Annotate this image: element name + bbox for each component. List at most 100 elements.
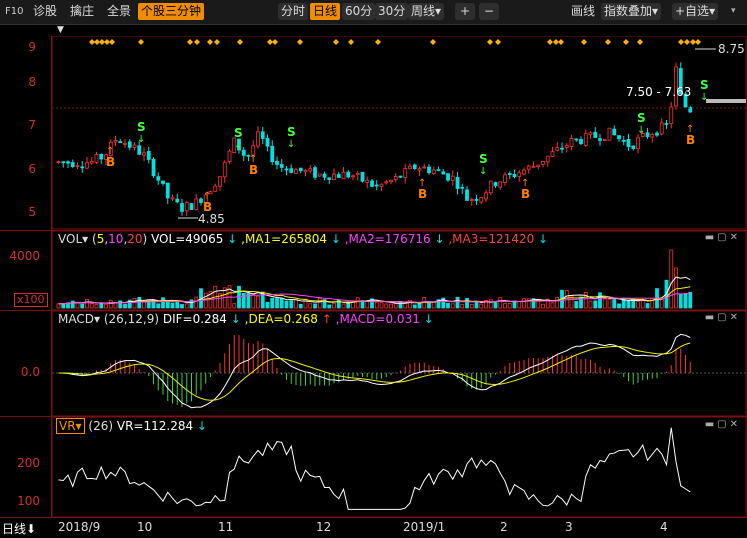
arrow-down-icon: ⬇	[26, 522, 37, 536]
volume-bar	[645, 303, 650, 309]
candle-body	[260, 131, 265, 139]
arrow-down-icon: ↓	[538, 232, 549, 246]
volume-bar	[89, 303, 94, 309]
candle-body	[550, 151, 555, 157]
candle-body	[341, 171, 346, 180]
candle-body	[75, 165, 80, 168]
candle-body	[545, 155, 550, 163]
index-overlay-button[interactable]: 指数叠加▾	[601, 3, 662, 20]
chevron-down-icon: ▾	[652, 4, 659, 18]
candle-body	[522, 169, 526, 175]
stock-3min-button[interactable]: 个股三分钟	[138, 3, 205, 20]
period-selector[interactable]: 日线⬇	[2, 520, 36, 537]
candle-body	[531, 165, 536, 168]
candle-body	[617, 135, 621, 140]
candle-body	[165, 182, 170, 199]
candle-body	[241, 149, 246, 156]
signal-diamond-icon	[348, 39, 354, 45]
zoom-in-button[interactable]: +	[455, 3, 475, 20]
candle-body	[132, 144, 137, 148]
tab-30min[interactable]: 30分	[375, 3, 409, 20]
volume-bar	[379, 302, 384, 309]
candle-body	[346, 171, 351, 178]
kline-chart[interactable]: B↑B↑B↑B↑B↑B↑S↓ S↓S↓S↓S↓S↓	[0, 35, 747, 230]
candle-body	[403, 168, 408, 179]
arrow-down-icon: ↓	[434, 232, 445, 246]
candle-body	[607, 127, 612, 141]
y-axis-divider	[51, 36, 52, 517]
f10-button[interactable]: F10	[2, 3, 26, 20]
volume-bar	[108, 299, 113, 309]
volume-bar	[588, 300, 593, 309]
diagnose-button[interactable]: 诊股	[30, 3, 60, 20]
sell-signal: S	[234, 126, 243, 140]
vol-window-controls[interactable]: ▬▢✕	[705, 232, 741, 243]
signal-diamond-icon	[207, 39, 213, 45]
zoom-out-button[interactable]: −	[479, 3, 499, 20]
candle-body	[669, 106, 674, 125]
candle-body	[322, 173, 327, 178]
candle-body	[626, 139, 631, 148]
tab-daily[interactable]: 日线	[310, 3, 341, 20]
macd-window-controls[interactable]: ▬▢✕	[705, 312, 741, 323]
period-label: 日线	[2, 522, 27, 536]
volume-bar	[332, 302, 336, 309]
buy-signal: B	[418, 187, 427, 201]
candle-body	[189, 203, 194, 210]
full-view-button[interactable]: 全景	[104, 3, 134, 20]
tab-intraday[interactable]: 分时	[278, 3, 309, 20]
volume-bar	[550, 302, 555, 309]
arrow-down-icon: ↓	[230, 312, 241, 326]
draw-line-button[interactable]: 画线	[568, 3, 598, 20]
candle-body	[355, 172, 360, 175]
candle-body	[317, 173, 322, 177]
candle-body	[85, 162, 89, 169]
volume-bar	[341, 303, 346, 309]
vr-indicator-select[interactable]: VR▾	[56, 418, 85, 434]
signal-diamond-icon	[375, 39, 381, 45]
tab-weekly[interactable]: 周线▾	[408, 3, 445, 20]
vr-params: (26)	[88, 419, 114, 433]
candle-body	[184, 202, 189, 212]
arrow-down-icon: ↓	[287, 139, 295, 150]
candle-body	[460, 186, 465, 189]
candle-body	[583, 133, 588, 146]
signal-diamond-icon	[214, 39, 220, 45]
x-label-2019-1: 2019/1	[403, 520, 446, 534]
chevron-down-icon[interactable]: ▾	[82, 232, 88, 246]
macd-indicator-name[interactable]: MACD	[58, 312, 94, 326]
vol-indicator-name[interactable]: VOL	[58, 232, 82, 246]
pick-button[interactable]: 擒庄	[67, 3, 97, 20]
chevron-down-icon: ▾	[709, 4, 716, 18]
signal-diamond-icon	[237, 39, 243, 45]
tab-60min[interactable]: 60分	[342, 3, 376, 20]
sell-signal: S	[287, 125, 296, 139]
candle-body	[536, 164, 541, 168]
x-label-2: 2	[500, 520, 508, 534]
buy-signal: B	[249, 163, 258, 177]
candle-body	[564, 145, 569, 148]
candle-body	[507, 173, 512, 175]
vr-window-controls[interactable]: ▬▢✕	[705, 419, 741, 430]
volume-ma-line	[58, 276, 691, 305]
macd-params: (26,12,9)	[103, 312, 160, 326]
x-label-10: 10	[137, 520, 153, 534]
dropdown-small-icon[interactable]: ▾	[728, 3, 739, 20]
macd-dif: DIF=0.284	[162, 312, 227, 326]
signal-diamond-icon	[558, 39, 564, 45]
candle-body	[469, 199, 474, 201]
chevron-down-icon[interactable]: ▾	[94, 312, 100, 326]
candle-body	[275, 160, 279, 165]
candle-body	[137, 145, 142, 155]
volume-bar	[450, 303, 455, 309]
collapse-icon[interactable]: ▼	[57, 25, 64, 35]
vol-ma3: ,MA3=121420	[448, 232, 535, 246]
volume-bar	[175, 300, 180, 309]
volume-bar	[659, 298, 664, 309]
candle-body	[279, 164, 284, 168]
current-price-bar	[706, 99, 746, 103]
add-watchlist-button[interactable]: +自选▾	[672, 3, 719, 20]
volume-bar	[294, 299, 298, 309]
volume-bar	[507, 303, 512, 309]
volume-bar	[275, 298, 279, 309]
